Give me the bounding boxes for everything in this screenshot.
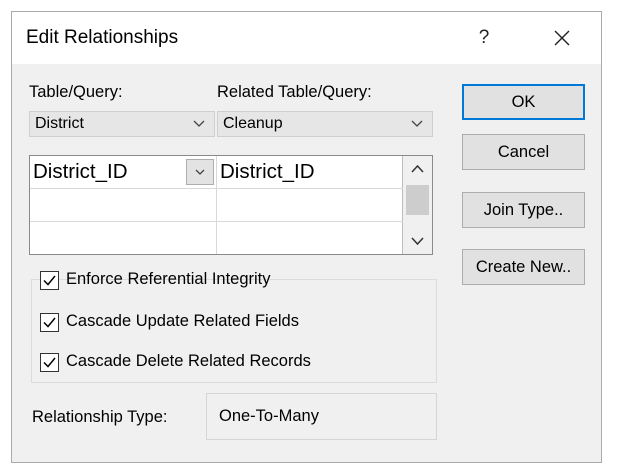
cascade-update-option[interactable]: Cascade Update Related Fields [40,311,340,333]
close-icon [554,30,570,46]
scroll-down-icon[interactable] [403,228,432,254]
field-mapping-grid: District_ID District_ID [29,155,433,255]
checkmark-icon [43,317,56,328]
cascade-delete-checkbox[interactable] [40,353,59,372]
table-query-label: Table/Query: [29,83,123,101]
primary-field-cell[interactable] [33,189,213,220]
related-field-cell[interactable]: District_ID [220,157,400,188]
create-new-button[interactable]: Create New.. [462,249,585,285]
scroll-up-icon[interactable] [403,156,432,182]
scroll-thumb[interactable] [406,185,429,215]
chevron-down-icon [411,120,423,127]
related-field-cell[interactable] [220,222,400,253]
cascade-delete-label: Cascade Delete Related Records [66,352,311,370]
cancel-button[interactable]: Cancel [462,134,585,170]
cascade-update-checkbox[interactable] [40,313,59,332]
checkmark-icon [43,275,56,286]
primary-field-cell[interactable] [33,222,213,253]
related-table-query-select[interactable]: Cleanup [217,111,433,137]
edit-relationships-dialog: Edit Relationships ? Table/Query: Relate… [11,11,602,463]
grid-scrollbar[interactable] [403,156,432,254]
enforce-integrity-label: Enforce Referential Integrity [66,270,271,288]
ok-button[interactable]: OK [462,84,585,120]
relationship-type-value: One-To-Many [206,393,437,440]
title-bar: Edit Relationships ? [12,12,601,64]
related-table-query-value: Cleanup [223,115,283,132]
relationship-type-label: Relationship Type: [32,408,168,426]
close-button[interactable] [544,20,580,56]
related-field-cell[interactable] [220,189,400,220]
cascade-update-label: Cascade Update Related Fields [66,312,299,330]
chevron-down-icon [195,169,205,175]
column-divider [216,156,217,254]
table-query-select[interactable]: District [29,111,215,137]
field-dropdown-button[interactable] [186,159,214,185]
table-query-value: District [35,115,84,132]
checkmark-icon [43,357,56,368]
related-table-query-label: Related Table/Query: [217,83,372,101]
cascade-delete-option[interactable]: Cascade Delete Related Records [40,351,350,373]
chevron-down-icon [193,120,205,127]
dialog-title: Edit Relationships [26,27,179,48]
primary-field-cell[interactable]: District_ID [33,157,183,188]
help-button[interactable]: ? [467,20,501,56]
join-type-button[interactable]: Join Type.. [462,192,585,228]
enforce-integrity-option[interactable]: Enforce Referential Integrity [40,269,330,291]
enforce-integrity-checkbox[interactable] [40,271,59,290]
